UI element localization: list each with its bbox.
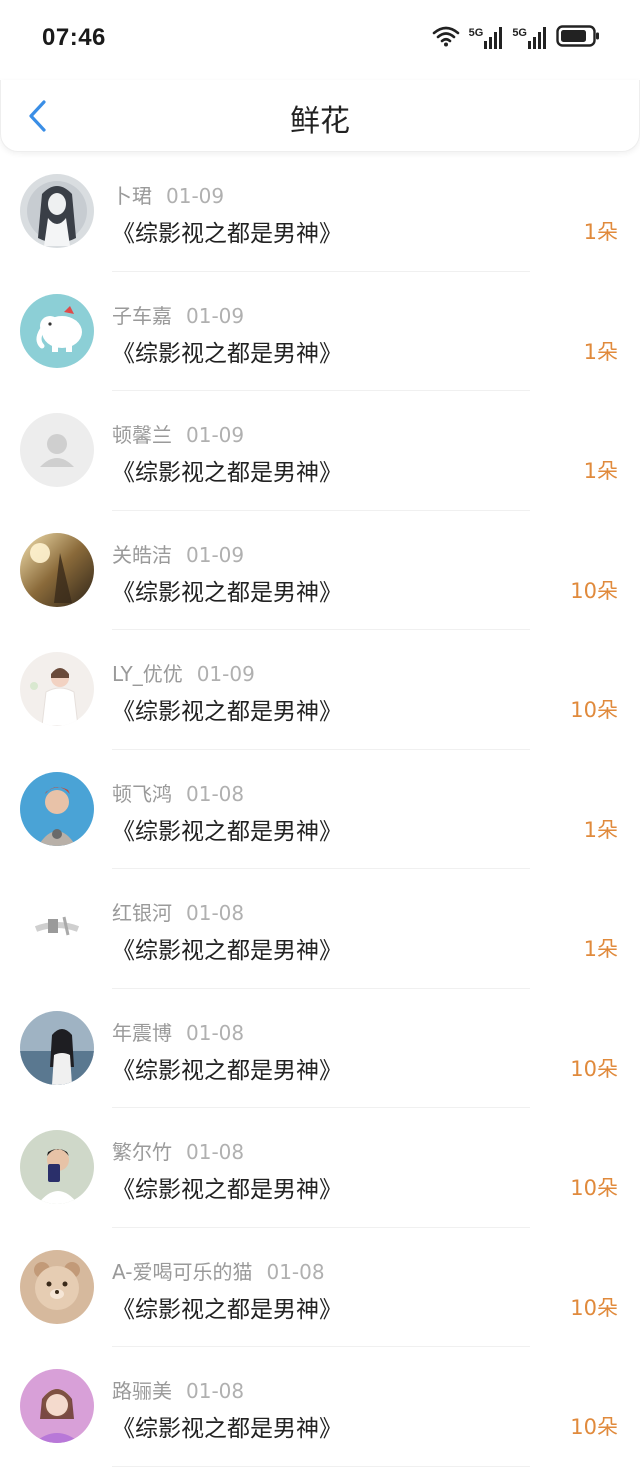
flower-count: 1朵	[583, 459, 618, 483]
date: 01-08	[186, 1379, 245, 1403]
flower-count: 1朵	[583, 937, 618, 961]
book-title[interactable]: 《综影视之都是男神》	[112, 453, 342, 487]
avatar[interactable]	[20, 293, 94, 368]
date: 01-08	[266, 1259, 325, 1284]
book-title[interactable]: 《综影视之都是男神》	[112, 573, 342, 607]
date: 01-09	[186, 423, 245, 447]
date: 01-09	[196, 662, 255, 686]
user-name[interactable]: 路骊美	[112, 1379, 172, 1403]
avatar[interactable]	[20, 413, 94, 487]
page-title: 鲜花	[290, 104, 350, 139]
divider	[112, 1465, 530, 1467]
wifi-icon	[431, 24, 461, 52]
list-item-4[interactable]: 关皓洁 01-09 《综影视之都是男神》 10朵	[0, 511, 640, 630]
flower-count: 10朵	[570, 1295, 618, 1320]
list-item-1[interactable]: 卜珺 01-09 《综影视之都是男神》 1朵	[0, 152, 640, 272]
avatar[interactable]	[20, 1249, 94, 1324]
avatar[interactable]	[20, 1130, 94, 1204]
status-time: 07:46	[42, 24, 106, 51]
book-title[interactable]: 《综影视之都是男神》	[112, 1290, 342, 1324]
user-name[interactable]: 年震博	[112, 1021, 172, 1045]
book-title[interactable]: 《综影视之都是男神》	[112, 1409, 342, 1443]
avatar[interactable]	[20, 891, 94, 965]
avatar[interactable]	[20, 1369, 94, 1443]
avatar[interactable]	[20, 1010, 94, 1085]
date: 01-09	[186, 542, 245, 567]
user-name[interactable]: 卜珺	[112, 184, 152, 208]
avatar[interactable]	[20, 532, 94, 607]
flower-count: 10朵	[570, 578, 618, 603]
flower-count: 1朵	[583, 220, 618, 244]
book-title[interactable]: 《综影视之都是男神》	[112, 214, 342, 248]
user-name[interactable]: 顿飞鸿	[112, 782, 172, 806]
book-title[interactable]: 《综影视之都是男神》	[112, 1051, 342, 1085]
signal-1-icon: 5G	[469, 27, 505, 49]
flower-count: 10朵	[570, 698, 618, 722]
date: 01-08	[186, 1020, 245, 1045]
user-name[interactable]: 顿馨兰	[112, 423, 172, 447]
user-name[interactable]: 红银河	[112, 901, 172, 925]
book-title[interactable]: 《综影视之都是男神》	[112, 692, 342, 726]
book-title[interactable]: 《综影视之都是男神》	[112, 931, 342, 965]
user-name[interactable]: LY_优优	[112, 662, 183, 686]
user-name[interactable]: 关皓洁	[112, 543, 172, 567]
signal-2-icon: 5G	[512, 27, 548, 49]
list-item-5[interactable]: LY_优优 01-09 《综影视之都是男神》 10朵	[0, 630, 640, 750]
flower-list: 卜珺 01-09 《综影视之都是男神》 1朵 子车嘉 01-09 《综影视之都是男神…	[0, 152, 640, 1467]
user-name[interactable]: 子车嘉	[112, 304, 172, 328]
list-item-9[interactable]: 繁尔竹 01-08 《综影视之都是男神》 10朵	[0, 1108, 640, 1228]
book-title[interactable]: 《综影视之都是男神》	[112, 812, 342, 846]
book-title[interactable]: 《综影视之都是男神》	[112, 1170, 342, 1204]
date: 01-08	[186, 1140, 245, 1164]
status-bar: 07:46 5G 5G	[0, 0, 640, 80]
date: 01-08	[186, 781, 245, 806]
list-item-3[interactable]: 顿馨兰 01-09 《综影视之都是男神》 1朵	[0, 391, 640, 511]
list-item-2[interactable]: 子车嘉 01-09 《综影视之都是男神》 1朵	[0, 272, 640, 391]
battery-icon	[556, 24, 600, 52]
flower-count: 1朵	[583, 817, 618, 842]
list-item-10[interactable]: A-爱喝可乐的猫 01-08 《综影视之都是男神》 10朵	[0, 1228, 640, 1347]
status-icons: 5G 5G	[431, 24, 600, 52]
date: 01-08	[186, 901, 245, 925]
list-item-7[interactable]: 红银河 01-08 《综影视之都是男神》 1朵	[0, 869, 640, 989]
user-name[interactable]: 繁尔竹	[112, 1140, 172, 1164]
list-item-11[interactable]: 路骊美 01-08 《综影视之都是男神》 10朵	[0, 1347, 640, 1467]
flower-count: 10朵	[570, 1415, 618, 1439]
header: 鲜花	[0, 80, 640, 152]
flower-count: 10朵	[570, 1056, 618, 1081]
avatar[interactable]	[20, 174, 94, 248]
date: 01-09	[186, 303, 245, 328]
date: 01-09	[166, 184, 225, 208]
list-item-6[interactable]: 顿飞鸿 01-08 《综影视之都是男神》 1朵	[0, 750, 640, 869]
list-item-8[interactable]: 年震博 01-08 《综影视之都是男神》 10朵	[0, 989, 640, 1108]
avatar[interactable]	[20, 652, 94, 726]
flower-count: 10朵	[570, 1176, 618, 1200]
avatar[interactable]	[20, 771, 94, 846]
user-name[interactable]: A-爱喝可乐的猫	[112, 1260, 252, 1284]
book-title[interactable]: 《综影视之都是男神》	[112, 334, 342, 368]
flower-count: 1朵	[583, 339, 618, 364]
